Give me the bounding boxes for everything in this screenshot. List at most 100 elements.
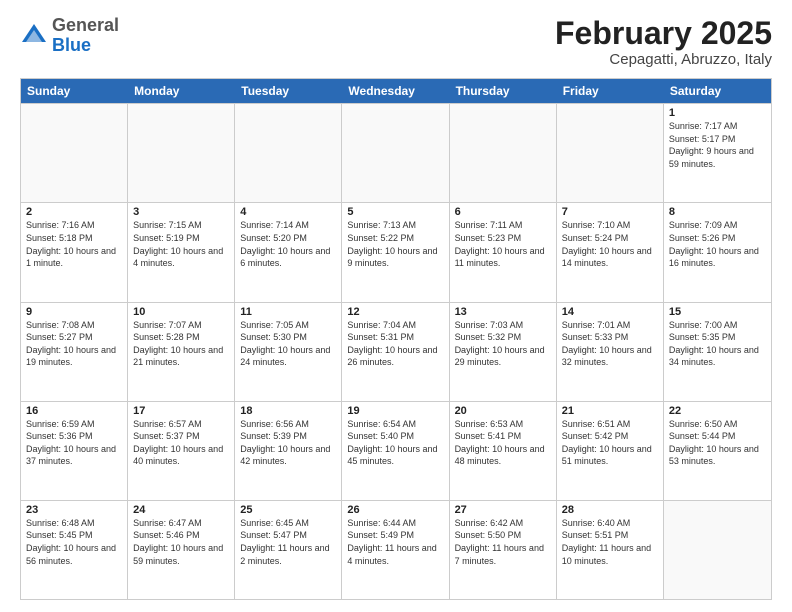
calendar-cell: 14Sunrise: 7:01 AM Sunset: 5:33 PM Dayli… bbox=[557, 303, 664, 401]
day-info: Sunrise: 7:10 AM Sunset: 5:24 PM Dayligh… bbox=[562, 219, 658, 269]
day-number: 7 bbox=[562, 206, 658, 218]
calendar-cell: 8Sunrise: 7:09 AM Sunset: 5:26 PM Daylig… bbox=[664, 203, 771, 301]
day-info: Sunrise: 7:03 AM Sunset: 5:32 PM Dayligh… bbox=[455, 319, 551, 369]
calendar-week-row: 2Sunrise: 7:16 AM Sunset: 5:18 PM Daylig… bbox=[21, 202, 771, 301]
day-number: 13 bbox=[455, 306, 551, 318]
calendar-body: 1Sunrise: 7:17 AM Sunset: 5:17 PM Daylig… bbox=[21, 103, 771, 599]
day-number: 19 bbox=[347, 405, 443, 417]
day-number: 22 bbox=[669, 405, 766, 417]
calendar-header-row: SundayMondayTuesdayWednesdayThursdayFrid… bbox=[21, 79, 771, 103]
calendar: SundayMondayTuesdayWednesdayThursdayFrid… bbox=[20, 78, 772, 600]
calendar-cell bbox=[235, 104, 342, 202]
day-number: 24 bbox=[133, 504, 229, 516]
day-info: Sunrise: 7:15 AM Sunset: 5:19 PM Dayligh… bbox=[133, 219, 229, 269]
calendar-cell: 25Sunrise: 6:45 AM Sunset: 5:47 PM Dayli… bbox=[235, 501, 342, 599]
calendar-cell: 24Sunrise: 6:47 AM Sunset: 5:46 PM Dayli… bbox=[128, 501, 235, 599]
day-info: Sunrise: 7:14 AM Sunset: 5:20 PM Dayligh… bbox=[240, 219, 336, 269]
calendar-cell: 13Sunrise: 7:03 AM Sunset: 5:32 PM Dayli… bbox=[450, 303, 557, 401]
day-number: 12 bbox=[347, 306, 443, 318]
day-number: 18 bbox=[240, 405, 336, 417]
logo-general: General bbox=[52, 15, 119, 35]
calendar-cell: 4Sunrise: 7:14 AM Sunset: 5:20 PM Daylig… bbox=[235, 203, 342, 301]
day-number: 9 bbox=[26, 306, 122, 318]
calendar-week-row: 1Sunrise: 7:17 AM Sunset: 5:17 PM Daylig… bbox=[21, 103, 771, 202]
calendar-title: February 2025 bbox=[555, 16, 772, 51]
calendar-week-row: 23Sunrise: 6:48 AM Sunset: 5:45 PM Dayli… bbox=[21, 500, 771, 599]
day-number: 21 bbox=[562, 405, 658, 417]
day-info: Sunrise: 6:40 AM Sunset: 5:51 PM Dayligh… bbox=[562, 517, 658, 567]
day-number: 2 bbox=[26, 206, 122, 218]
day-info: Sunrise: 7:16 AM Sunset: 5:18 PM Dayligh… bbox=[26, 219, 122, 269]
calendar-cell bbox=[342, 104, 449, 202]
day-info: Sunrise: 6:54 AM Sunset: 5:40 PM Dayligh… bbox=[347, 418, 443, 468]
calendar-day-header: Monday bbox=[128, 79, 235, 103]
calendar-day-header: Saturday bbox=[664, 79, 771, 103]
day-number: 5 bbox=[347, 206, 443, 218]
day-number: 15 bbox=[669, 306, 766, 318]
day-info: Sunrise: 6:53 AM Sunset: 5:41 PM Dayligh… bbox=[455, 418, 551, 468]
calendar-day-header: Thursday bbox=[450, 79, 557, 103]
day-info: Sunrise: 7:11 AM Sunset: 5:23 PM Dayligh… bbox=[455, 219, 551, 269]
day-info: Sunrise: 7:05 AM Sunset: 5:30 PM Dayligh… bbox=[240, 319, 336, 369]
calendar-day-header: Tuesday bbox=[235, 79, 342, 103]
calendar-cell: 7Sunrise: 7:10 AM Sunset: 5:24 PM Daylig… bbox=[557, 203, 664, 301]
day-number: 27 bbox=[455, 504, 551, 516]
logo: General Blue bbox=[20, 16, 119, 56]
calendar-cell: 5Sunrise: 7:13 AM Sunset: 5:22 PM Daylig… bbox=[342, 203, 449, 301]
day-info: Sunrise: 6:56 AM Sunset: 5:39 PM Dayligh… bbox=[240, 418, 336, 468]
calendar-cell bbox=[664, 501, 771, 599]
calendar-cell: 12Sunrise: 7:04 AM Sunset: 5:31 PM Dayli… bbox=[342, 303, 449, 401]
calendar-cell bbox=[21, 104, 128, 202]
calendar-week-row: 9Sunrise: 7:08 AM Sunset: 5:27 PM Daylig… bbox=[21, 302, 771, 401]
day-number: 14 bbox=[562, 306, 658, 318]
day-info: Sunrise: 7:04 AM Sunset: 5:31 PM Dayligh… bbox=[347, 319, 443, 369]
day-number: 11 bbox=[240, 306, 336, 318]
day-number: 10 bbox=[133, 306, 229, 318]
day-info: Sunrise: 6:48 AM Sunset: 5:45 PM Dayligh… bbox=[26, 517, 122, 567]
page: General Blue February 2025 Cepagatti, Ab… bbox=[0, 0, 792, 612]
calendar-day-header: Friday bbox=[557, 79, 664, 103]
calendar-cell: 1Sunrise: 7:17 AM Sunset: 5:17 PM Daylig… bbox=[664, 104, 771, 202]
calendar-cell bbox=[450, 104, 557, 202]
day-info: Sunrise: 6:44 AM Sunset: 5:49 PM Dayligh… bbox=[347, 517, 443, 567]
calendar-day-header: Wednesday bbox=[342, 79, 449, 103]
day-number: 4 bbox=[240, 206, 336, 218]
title-block: February 2025 Cepagatti, Abruzzo, Italy bbox=[555, 16, 772, 68]
day-info: Sunrise: 7:17 AM Sunset: 5:17 PM Dayligh… bbox=[669, 120, 766, 170]
calendar-cell bbox=[128, 104, 235, 202]
calendar-cell bbox=[557, 104, 664, 202]
calendar-cell: 15Sunrise: 7:00 AM Sunset: 5:35 PM Dayli… bbox=[664, 303, 771, 401]
calendar-cell: 2Sunrise: 7:16 AM Sunset: 5:18 PM Daylig… bbox=[21, 203, 128, 301]
header: General Blue February 2025 Cepagatti, Ab… bbox=[20, 16, 772, 68]
day-info: Sunrise: 6:51 AM Sunset: 5:42 PM Dayligh… bbox=[562, 418, 658, 468]
calendar-cell: 10Sunrise: 7:07 AM Sunset: 5:28 PM Dayli… bbox=[128, 303, 235, 401]
calendar-cell: 3Sunrise: 7:15 AM Sunset: 5:19 PM Daylig… bbox=[128, 203, 235, 301]
logo-text: General Blue bbox=[52, 16, 119, 56]
calendar-cell: 11Sunrise: 7:05 AM Sunset: 5:30 PM Dayli… bbox=[235, 303, 342, 401]
calendar-cell: 9Sunrise: 7:08 AM Sunset: 5:27 PM Daylig… bbox=[21, 303, 128, 401]
logo-icon bbox=[20, 22, 48, 50]
calendar-cell: 22Sunrise: 6:50 AM Sunset: 5:44 PM Dayli… bbox=[664, 402, 771, 500]
day-info: Sunrise: 6:50 AM Sunset: 5:44 PM Dayligh… bbox=[669, 418, 766, 468]
logo-blue: Blue bbox=[52, 35, 91, 55]
day-info: Sunrise: 6:57 AM Sunset: 5:37 PM Dayligh… bbox=[133, 418, 229, 468]
calendar-cell: 19Sunrise: 6:54 AM Sunset: 5:40 PM Dayli… bbox=[342, 402, 449, 500]
day-number: 6 bbox=[455, 206, 551, 218]
day-number: 23 bbox=[26, 504, 122, 516]
day-number: 3 bbox=[133, 206, 229, 218]
day-number: 17 bbox=[133, 405, 229, 417]
calendar-cell: 23Sunrise: 6:48 AM Sunset: 5:45 PM Dayli… bbox=[21, 501, 128, 599]
day-info: Sunrise: 7:01 AM Sunset: 5:33 PM Dayligh… bbox=[562, 319, 658, 369]
day-number: 1 bbox=[669, 107, 766, 119]
day-number: 16 bbox=[26, 405, 122, 417]
day-info: Sunrise: 6:45 AM Sunset: 5:47 PM Dayligh… bbox=[240, 517, 336, 567]
calendar-cell: 28Sunrise: 6:40 AM Sunset: 5:51 PM Dayli… bbox=[557, 501, 664, 599]
day-info: Sunrise: 7:08 AM Sunset: 5:27 PM Dayligh… bbox=[26, 319, 122, 369]
calendar-subtitle: Cepagatti, Abruzzo, Italy bbox=[555, 51, 772, 68]
day-number: 25 bbox=[240, 504, 336, 516]
calendar-cell: 26Sunrise: 6:44 AM Sunset: 5:49 PM Dayli… bbox=[342, 501, 449, 599]
calendar-cell: 18Sunrise: 6:56 AM Sunset: 5:39 PM Dayli… bbox=[235, 402, 342, 500]
day-info: Sunrise: 7:09 AM Sunset: 5:26 PM Dayligh… bbox=[669, 219, 766, 269]
calendar-week-row: 16Sunrise: 6:59 AM Sunset: 5:36 PM Dayli… bbox=[21, 401, 771, 500]
day-number: 8 bbox=[669, 206, 766, 218]
